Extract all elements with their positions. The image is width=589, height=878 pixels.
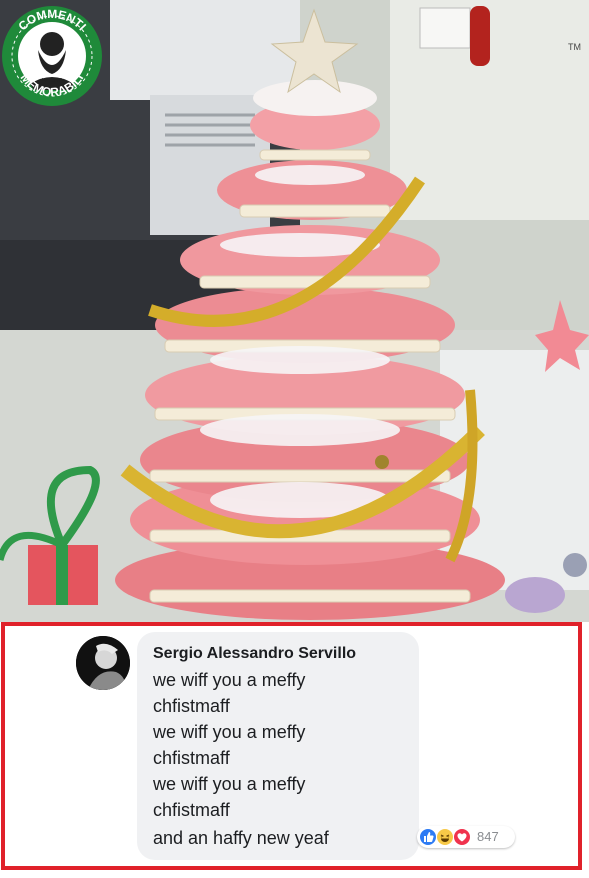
photo: COMMENTI MEMORABILI NATURE TM (0, 0, 589, 622)
comment-line: chfistmaff (153, 800, 230, 820)
comment-author[interactable]: Sergio Alessandro Servillo (153, 645, 356, 663)
reaction-count: 847 (477, 829, 499, 844)
comment-line: we wiff you a meffy (153, 670, 306, 690)
person-silhouette-icon (76, 636, 130, 690)
comment-line: chfistmaff (153, 748, 230, 768)
comment-line: we wiff you a meffy (153, 722, 306, 742)
avatar[interactable] (76, 636, 130, 690)
comment-line: we wiff you a meffy (153, 774, 306, 794)
commenti-memorabili-logo: COMMENTI MEMORABILI NATURE (2, 6, 102, 106)
love-icon (453, 828, 471, 846)
like-icon (419, 828, 437, 846)
comment-line: chfistmaff (153, 696, 230, 716)
reactions-summary[interactable]: 847 (417, 826, 517, 848)
comment-bubble (137, 632, 419, 860)
trademark-label: TM (568, 42, 581, 52)
haha-icon (436, 828, 454, 846)
comment-line: and an haffy new yeaf (153, 828, 329, 848)
svg-text:NATURE: NATURE (42, 78, 63, 84)
